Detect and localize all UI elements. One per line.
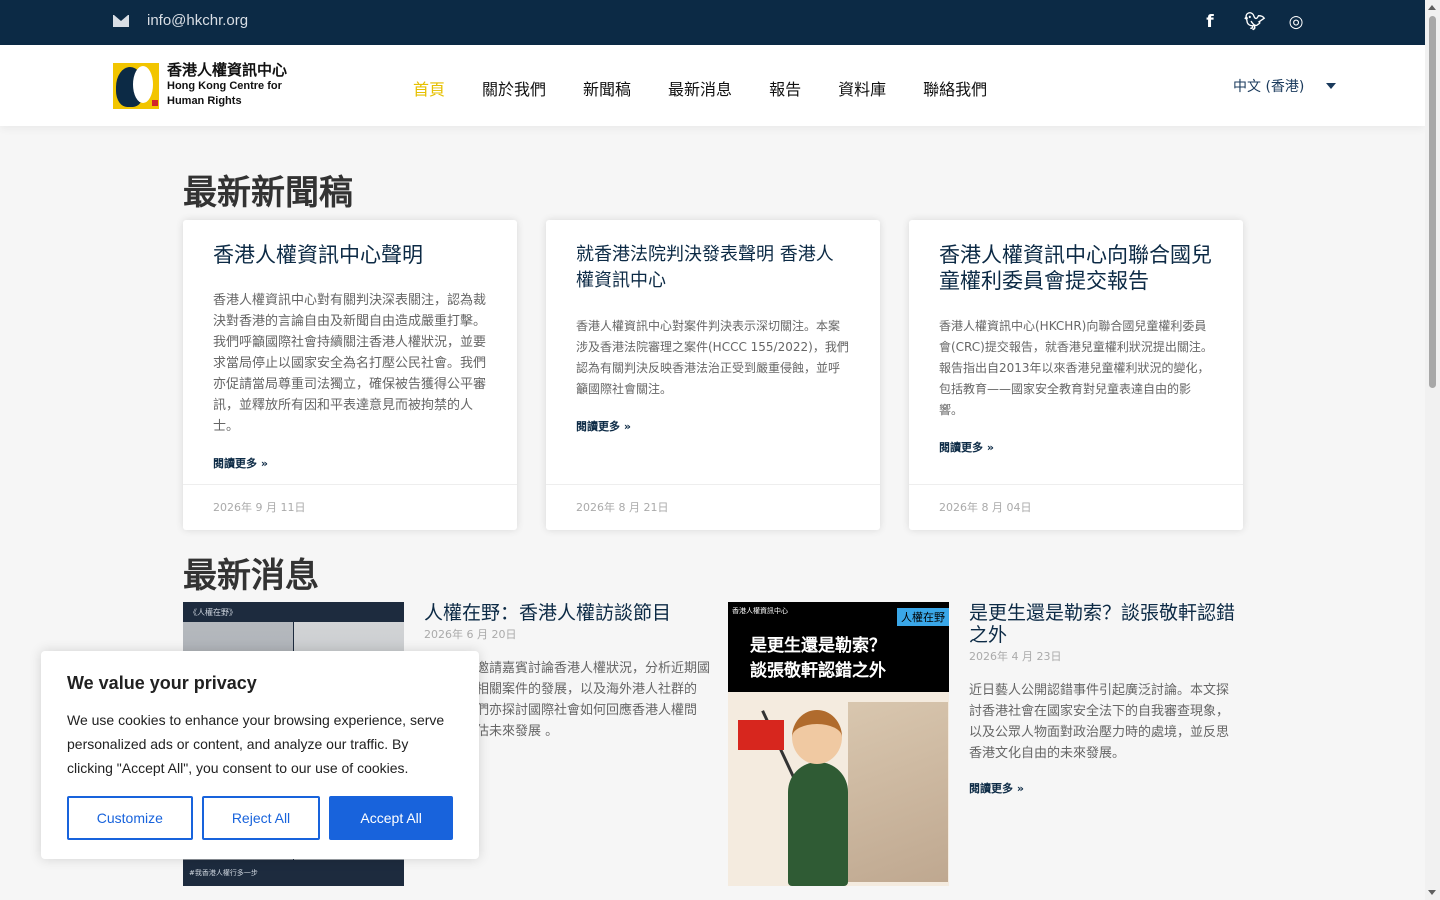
twitter-icon[interactable]: 🐦︎ — [1244, 11, 1266, 33]
post-title[interactable]: 是更生還是勒索？談張敬軒認錯之外 — [969, 602, 1241, 646]
read-more-link[interactable]: 閱讀更多 » — [576, 418, 850, 434]
email-link[interactable]: info@hkchr.org — [113, 12, 248, 29]
read-more-link[interactable]: 閱讀更多 » — [213, 455, 487, 471]
read-more-link[interactable]: 閱讀更多 » — [939, 439, 1213, 455]
section-title-press: 最新新聞稿 — [183, 173, 353, 213]
post-thumbnail[interactable]: 香港人權資訊中心 人權在野 是更生還是勒索？ 談張敬軒認錯之外 — [728, 602, 949, 886]
top-bar: info@hkchr.org f 🐦︎ ◎ — [0, 0, 1425, 45]
reject-all-button[interactable]: Reject All — [201, 796, 321, 840]
site-header: 香港人權資訊中心 Hong Kong Centre for Human Righ… — [0, 45, 1425, 126]
card-date: 2026年 8 月 04日 — [909, 484, 1243, 530]
customize-button[interactable]: Customize — [67, 796, 193, 840]
scroll-down-icon[interactable] — [1428, 890, 1436, 895]
facebook-icon[interactable]: f — [1201, 11, 1219, 33]
nav-item-home[interactable]: 首頁 — [413, 76, 445, 100]
nav-item-press[interactable]: 新聞稿 — [583, 76, 631, 100]
post-date: 2026年 4 月 23日 — [969, 650, 1062, 663]
scrollbar-thumb[interactable] — [1429, 16, 1436, 388]
card-title[interactable]: 香港人權資訊中心聲明 — [213, 242, 487, 268]
card-title[interactable]: 香港人權資訊中心向聯合國兒童權利委員會提交報告 — [939, 242, 1213, 294]
site-logo[interactable]: 香港人權資訊中心 Hong Kong Centre for Human Righ… — [113, 62, 287, 109]
accept-all-button[interactable]: Accept All — [329, 796, 453, 840]
cookie-text: We use cookies to enhance your browsing … — [67, 712, 445, 776]
cookie-consent-banner: We value your privacy We use cookies to … — [41, 651, 479, 859]
cookie-title: We value your privacy — [67, 673, 257, 693]
nav-item-about[interactable]: 關於我們 — [482, 76, 546, 100]
card-excerpt: 香港人權資訊中心對案件判決表示深切關注。本案涉及香港法院審理之案件(HCCC 1… — [576, 319, 849, 396]
logo-mark — [113, 62, 159, 109]
read-more-link[interactable]: 閱讀更多 » — [969, 780, 1241, 796]
press-card: 香港人權資訊中心向聯合國兒童權利委員會提交報告 香港人權資訊中心(HKCHR)向… — [909, 220, 1243, 530]
main-nav: 首頁 關於我們 新聞稿 最新消息 報告 資料庫 聯絡我們 — [413, 76, 1024, 100]
logo-text: 香港人權資訊中心 Hong Kong Centre for Human Righ… — [167, 62, 288, 107]
news-post: 香港人權資訊中心 人權在野 是更生還是勒索？ 談張敬軒認錯之外 是更生還是勒索？談… — [728, 602, 1241, 886]
instagram-icon[interactable]: ◎ — [1287, 11, 1305, 33]
post-excerpt: 近日藝人公開認錯事件引起廣泛討論。本文探討香港社會在國家安全法下的自我審查現象，… — [969, 683, 1230, 761]
press-card: 就香港法院判決發表聲明 香港人權資訊中心 香港人權資訊中心對案件判決表示深切關注… — [546, 220, 880, 530]
press-card: 香港人權資訊中心聲明 香港人權資訊中心對有關判決深表關注，認為裁決對香港的言論自… — [183, 220, 517, 530]
nav-item-contact[interactable]: 聯絡我們 — [923, 76, 987, 100]
scroll-up-icon[interactable] — [1428, 5, 1436, 10]
nav-item-news[interactable]: 最新消息 — [668, 76, 732, 100]
nav-item-database[interactable]: 資料庫 — [838, 76, 886, 100]
email-text: info@hkchr.org — [147, 12, 249, 29]
post-date: 2026年 6 月 20日 — [424, 628, 517, 641]
social-links: f 🐦︎ ◎ — [1201, 11, 1305, 33]
language-selector[interactable]: 中文 (香港) — [1233, 76, 1337, 96]
card-title[interactable]: 就香港法院判決發表聲明 香港人權資訊中心 — [576, 242, 850, 294]
envelope-icon — [113, 14, 129, 27]
nav-item-reports[interactable]: 報告 — [769, 76, 801, 100]
post-title[interactable]: 人權在野：香港人權訪談節目 — [424, 602, 714, 624]
card-date: 2026年 8 月 21日 — [546, 484, 880, 530]
section-title-news: 最新消息 — [183, 556, 319, 596]
card-date: 2026年 9 月 11日 — [183, 484, 517, 530]
card-excerpt: 香港人權資訊中心(HKCHR)向聯合國兒童權利委員會(CRC)提交報告，就香港兒… — [939, 319, 1213, 417]
page-scrollbar[interactable] — [1425, 0, 1440, 900]
language-label: 中文 (香港) — [1233, 79, 1305, 95]
chevron-down-icon — [1326, 83, 1337, 89]
card-excerpt: 香港人權資訊中心對有關判決深表關注，認為裁決對香港的言論自由及新聞自由造成嚴重打… — [213, 293, 487, 434]
